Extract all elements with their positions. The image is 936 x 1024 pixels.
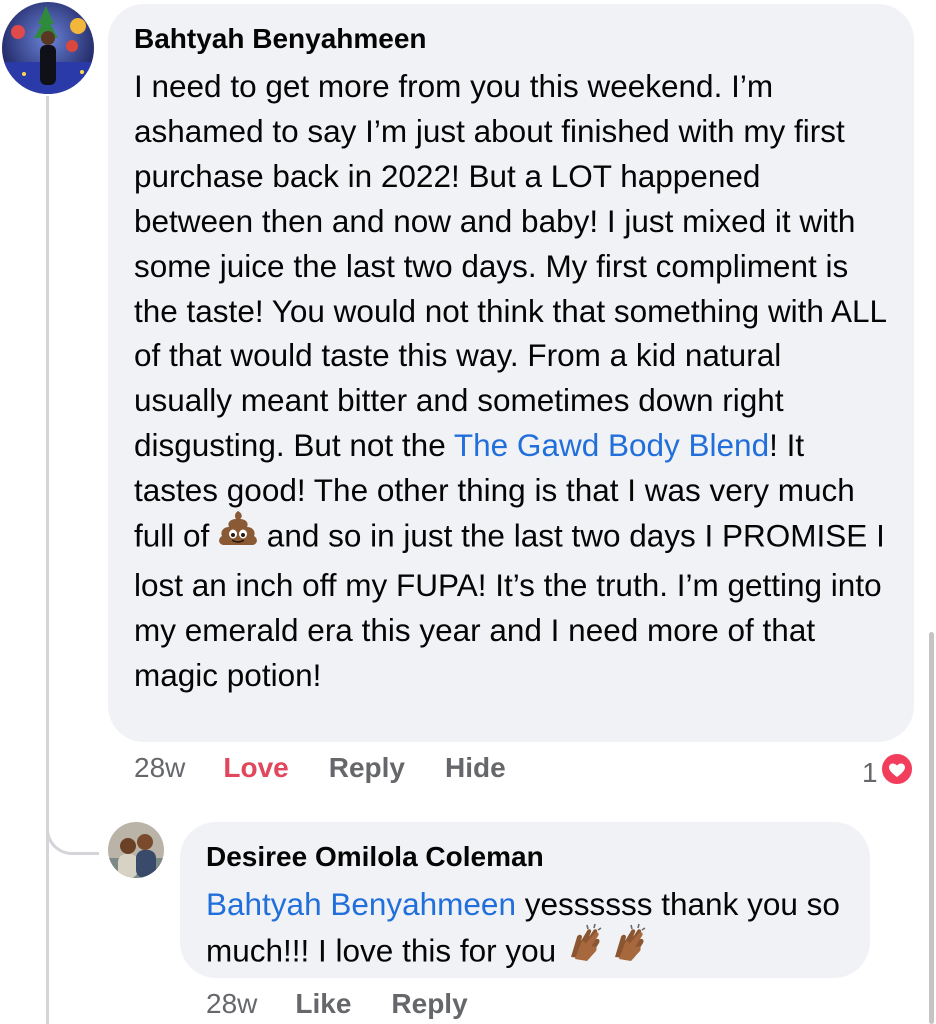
comment-bubble: Bahtyah Benyahmeen I need to get more fr…	[108, 4, 914, 742]
comment-text: I need to get more from you this weekend…	[134, 68, 886, 464]
avatar-photo	[2, 2, 94, 94]
like-button[interactable]: Like	[295, 988, 351, 1020]
reaction-summary[interactable]: 1	[862, 752, 914, 793]
love-button[interactable]: Love	[223, 752, 288, 784]
clapping-hands-emoji-icon	[565, 923, 653, 975]
reaction-count: 1	[862, 756, 878, 788]
comment-actions: 28w Love Reply Hide	[134, 752, 546, 784]
comment-timestamp[interactable]: 28w	[134, 752, 185, 784]
reply-button[interactable]: Reply	[329, 752, 405, 784]
reply-connector-curve	[46, 790, 99, 855]
avatar-photo	[108, 822, 164, 878]
thread-connector-line	[46, 96, 49, 1024]
comment-actions: 28w Like Reply	[206, 988, 508, 1020]
avatar[interactable]	[2, 2, 94, 94]
avatar[interactable]	[108, 822, 164, 878]
heart-reaction-icon	[879, 752, 914, 793]
comment-author[interactable]: Bahtyah Benyahmeen	[134, 22, 888, 56]
reply-bubble: Desiree Omilola Coleman Bahtyah Benyahme…	[180, 822, 870, 978]
comment-body: I need to get more from you this weekend…	[134, 64, 888, 698]
hide-button[interactable]: Hide	[445, 752, 506, 784]
comment-thread: Bahtyah Benyahmeen I need to get more fr…	[0, 0, 936, 1024]
comment-body: Bahtyah Benyahmeen yessssss thank you so…	[206, 882, 844, 979]
comment-timestamp[interactable]: 28w	[206, 988, 257, 1020]
poop-emoji-icon	[218, 509, 258, 559]
reply-button[interactable]: Reply	[391, 988, 467, 1020]
product-link[interactable]: The Gawd Body Blend	[454, 427, 769, 463]
scrollbar[interactable]	[929, 632, 934, 1024]
comment-author[interactable]: Desiree Omilola Coleman	[206, 840, 844, 874]
mention-link[interactable]: Bahtyah Benyahmeen	[206, 886, 516, 922]
